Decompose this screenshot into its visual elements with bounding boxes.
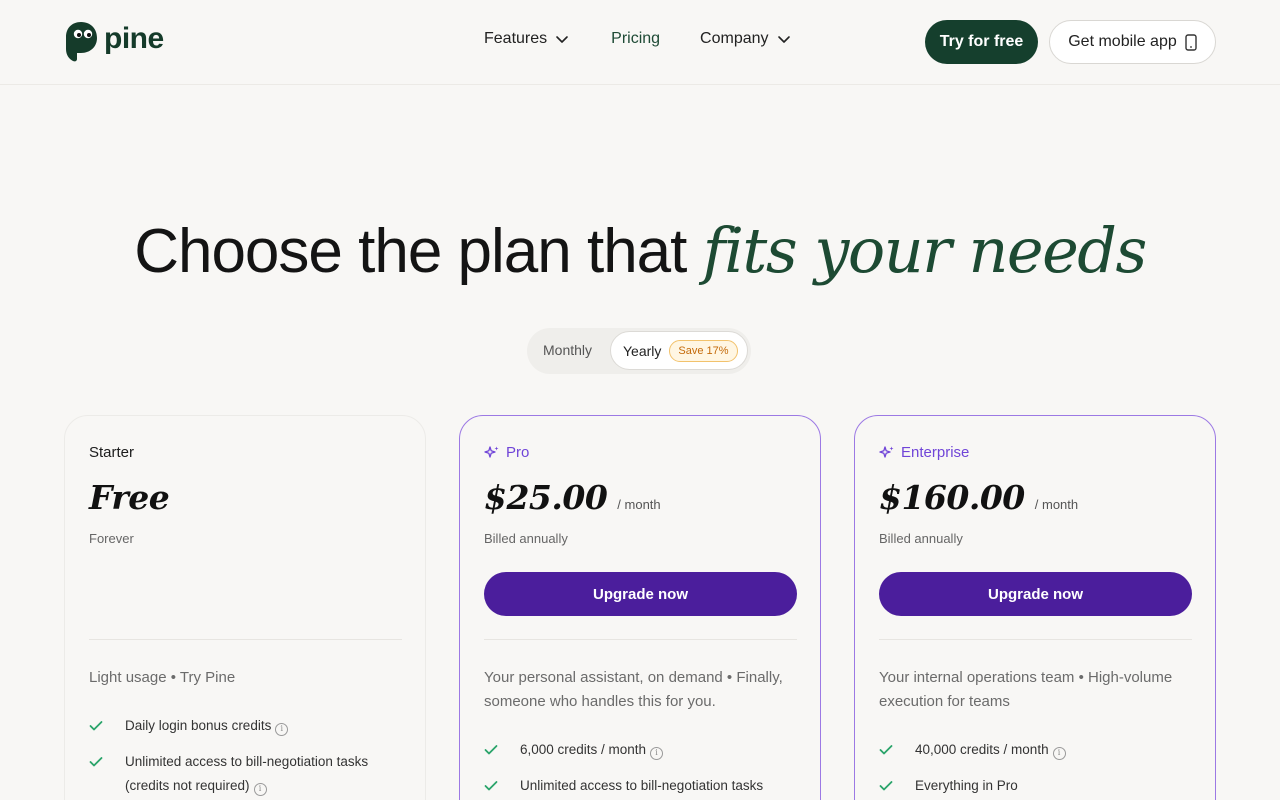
plan-price: $160.00 — [879, 478, 1025, 517]
nav-pricing-label: Pricing — [611, 30, 661, 47]
feature-item: 6,000 credits / month i — [484, 738, 794, 762]
plan-name-label: Starter — [89, 444, 135, 461]
feature-item: Everything in Pro — [879, 774, 1189, 798]
check-icon — [879, 738, 895, 762]
billing-note: Forever — [89, 531, 134, 546]
chevron-down-icon — [556, 36, 568, 43]
nav-company-label: Company — [700, 30, 769, 47]
plan-name: Enterprise — [879, 444, 969, 461]
price-period: / month — [617, 497, 661, 512]
phone-icon — [1185, 33, 1197, 51]
info-icon[interactable]: i — [1052, 746, 1066, 760]
price-row: $25.00 / month — [484, 478, 661, 517]
brand-name: pine — [104, 22, 164, 55]
feature-item: Unlimited access to bill-negotiation tas… — [484, 774, 794, 798]
main-nav: Features Pricing Company — [484, 30, 791, 48]
plan-card-enterprise: Enterprise $160.00 / month Billed annual… — [854, 415, 1216, 800]
billing-yearly-option[interactable]: Yearly Save 17% — [610, 331, 748, 370]
feature-list: Daily login bonus credits i Unlimited acc… — [89, 714, 399, 800]
pine-logo-icon — [66, 22, 97, 62]
billing-yearly-label: Yearly — [623, 342, 662, 359]
page-title-plain: Choose the plan that — [134, 217, 687, 286]
nav-company[interactable]: Company — [700, 30, 790, 48]
plan-price: Free — [89, 478, 170, 517]
plan-name-label: Pro — [506, 444, 530, 461]
nav-pricing[interactable]: Pricing — [611, 30, 660, 48]
feature-list: 6,000 credits / month i Unlimited access … — [484, 738, 794, 800]
check-icon — [484, 738, 500, 762]
plan-description: Your personal assistant, on demand • Fin… — [484, 669, 783, 710]
feature-text-wrap: 6,000 credits / month i — [520, 738, 664, 762]
check-icon — [89, 750, 105, 774]
upgrade-button[interactable]: Upgrade now — [484, 572, 797, 616]
plan-name-label: Enterprise — [901, 444, 970, 461]
try-for-free-button[interactable]: Try for free — [925, 20, 1038, 64]
feature-text: Unlimited access to bill-negotiation tas… — [125, 754, 369, 793]
nav-features-label: Features — [484, 30, 548, 47]
nav-features[interactable]: Features — [484, 30, 569, 48]
billing-note: Billed annually — [879, 531, 963, 546]
save-badge: Save 17% — [669, 339, 738, 362]
billing-toggle: Monthly Yearly Save 17% — [527, 328, 751, 374]
feature-item: Daily login bonus credits i — [89, 714, 399, 738]
plan-description: Your internal operations team • High-vol… — [879, 669, 1173, 710]
feature-text-wrap: Daily login bonus credits i — [125, 714, 289, 738]
feature-text: 40,000 credits / month — [915, 742, 1049, 757]
divider — [879, 639, 1192, 640]
info-icon[interactable]: i — [253, 782, 267, 796]
price-row: $160.00 / month — [879, 478, 1078, 517]
feature-item: 40,000 credits / month i — [879, 738, 1189, 762]
get-mobile-app-label: Get mobile app — [1068, 33, 1177, 50]
page-title-accent: fits your needs — [702, 214, 1148, 287]
divider — [484, 639, 797, 640]
chevron-down-icon — [777, 36, 790, 43]
feature-text: Daily login bonus credits — [125, 718, 272, 733]
pine-logo[interactable]: pine — [64, 20, 164, 62]
get-mobile-app-button[interactable]: Get mobile app — [1049, 20, 1216, 64]
price-period: / month — [1034, 497, 1079, 512]
price-row: Free — [89, 478, 170, 517]
plan-description: Light usage • Try Pine — [89, 669, 236, 686]
plan-card-starter: Starter Free Forever Light usage • Try P… — [64, 415, 426, 800]
check-icon — [484, 774, 500, 798]
feature-text-wrap: 40,000 credits / month i — [915, 738, 1066, 762]
billing-note: Billed annually — [484, 531, 568, 546]
feature-text-wrap: Unlimited access to bill-negotiation tas… — [125, 750, 391, 798]
plan-name: Pro — [484, 444, 529, 461]
feature-text: 6,000 credits / month — [520, 742, 647, 757]
site-header: pine Features Pricing Company Try for fr… — [0, 0, 1280, 85]
check-icon — [89, 714, 105, 738]
upgrade-button[interactable]: Upgrade now — [879, 572, 1192, 616]
billing-monthly-option[interactable]: Monthly — [543, 342, 592, 358]
plan-name: Starter — [89, 444, 134, 461]
plan-price: $25.00 — [484, 478, 608, 517]
info-icon[interactable]: i — [275, 722, 289, 736]
info-icon[interactable]: i — [650, 746, 664, 760]
check-icon — [879, 774, 895, 798]
feature-item: Unlimited access to bill-negotiation tas… — [89, 750, 399, 798]
feature-list: 40,000 credits / month i Everything in Pr… — [879, 738, 1189, 800]
sparkle-icon — [484, 445, 499, 458]
page-title: Choose the plan that fits your needs — [0, 214, 1280, 287]
feature-text: Unlimited access to bill-negotiation tas… — [520, 778, 764, 793]
feature-text: Everything in Pro — [915, 778, 1018, 793]
plan-card-pro: Pro $25.00 / month Billed annually Upgra… — [459, 415, 821, 800]
sparkle-icon — [879, 445, 894, 458]
divider — [89, 639, 402, 640]
